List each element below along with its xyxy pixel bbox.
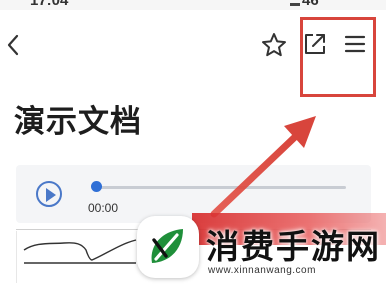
status-bar: 17:04 46 <box>0 0 386 10</box>
annotation-arrow <box>210 116 316 218</box>
leaf-logo-icon <box>151 229 183 263</box>
status-indicator <box>290 3 300 6</box>
back-button[interactable] <box>4 32 24 58</box>
watermark-url: www.xinnanwang.com <box>208 265 316 276</box>
watermark-logo <box>137 216 199 278</box>
chevron-left-icon <box>7 34 19 56</box>
audio-progress-thumb[interactable] <box>91 181 102 192</box>
play-button[interactable] <box>36 181 62 207</box>
audio-current-time: 00:00 <box>88 201 119 215</box>
play-icon <box>46 188 56 202</box>
status-right-text: 46 <box>302 0 319 9</box>
watermark-text: 消费手游网 <box>206 227 381 266</box>
star-outline-icon <box>262 33 286 57</box>
document-title: 演示文档 <box>14 104 142 140</box>
annotation-highlight-box <box>300 17 376 97</box>
status-time: 17:04 <box>30 0 69 9</box>
favorite-button[interactable] <box>261 32 287 58</box>
